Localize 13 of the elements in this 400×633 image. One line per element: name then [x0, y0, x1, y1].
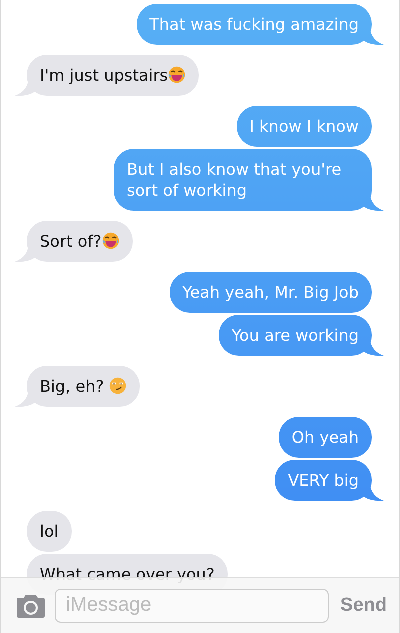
sent-message: But I also know that you're sort of working	[114, 149, 384, 211]
sent-message: Yeah yeah, Mr. Big Job	[170, 272, 384, 313]
received-message: Sort of?	[15, 221, 133, 262]
send-button[interactable]: Send	[336, 594, 387, 616]
sent-message: That was fucking amazing	[136, 4, 384, 45]
received-message: I'm just upstairs	[15, 55, 200, 96]
sent-message: You are working	[218, 315, 384, 356]
sent-message: Oh yeah	[278, 417, 384, 458]
message-input[interactable]: iMessage	[55, 588, 329, 622]
received-message: lol	[15, 511, 72, 552]
sent-message: VERY big	[275, 460, 384, 501]
sent-message: I know I know	[236, 106, 384, 147]
received-message: Big, eh?	[15, 366, 140, 407]
